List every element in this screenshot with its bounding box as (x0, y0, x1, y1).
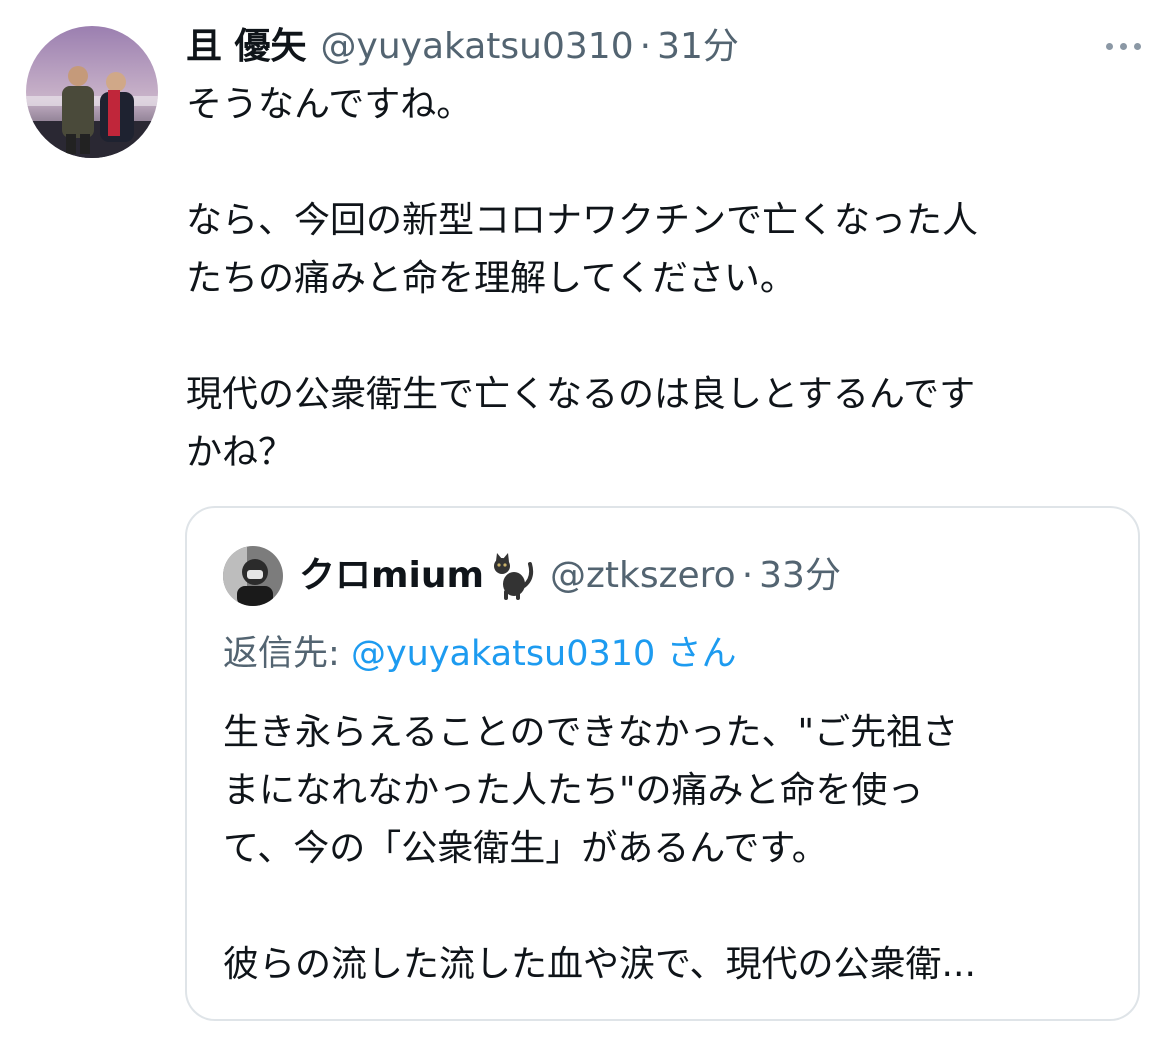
quoted-profile-photo (223, 546, 283, 606)
avatar[interactable] (26, 26, 158, 158)
more-horizontal-icon (1133, 42, 1141, 50)
black-cat-icon (494, 553, 534, 600)
tweet-text-line: なら、今回の新型コロナワクチンで亡くなった人 (186, 200, 979, 241)
more-horizontal-icon (1105, 42, 1113, 50)
quoted-author-handle[interactable]: @ztkszero (550, 548, 736, 604)
replying-to-label: 返信先: (223, 634, 340, 674)
replying-to: 返信先: @yuyakatsu0310 さん (223, 626, 736, 682)
quoted-tweet-timestamp[interactable]: 33分 (759, 548, 841, 604)
replying-to-mention[interactable]: @yuyakatsu0310 さん (351, 634, 737, 674)
more-horizontal-icon (1119, 42, 1127, 50)
mention-suffix: さん (666, 634, 737, 674)
quoted-text-line: 生き永らえることのできなかった、"ご先祖さ (223, 712, 959, 753)
author-handle[interactable]: @yuyakatsu0310 (321, 20, 634, 74)
tweet-text: そうなんですね。 なら、今回の新型コロナワクチンで亡くなった人 たちの痛みと命を… (186, 76, 1146, 482)
quoted-text-line: まになれなかった人たち"の痛みと命を使っ (223, 770, 924, 811)
tweet-header: 且 優矢 @yuyakatsu0310 · 31分 (186, 20, 739, 74)
tweet-text-line: かね？ (186, 432, 295, 473)
tweet-text-line: そうなんですね。 (186, 84, 473, 125)
profile-photo (26, 26, 158, 158)
more-options-button[interactable] (1099, 28, 1147, 64)
mention-handle: @yuyakatsu0310 (350, 634, 656, 674)
quoted-avatar[interactable] (223, 546, 283, 606)
quoted-text-line: 彼らの流した流した血や涙で、現代の公衆衛... (223, 944, 976, 985)
separator: · (639, 26, 652, 67)
tweet-timestamp[interactable]: 31分 (657, 20, 739, 74)
tweet-text-line: 現代の公衆衛生で亡くなるのは良しとするんです (186, 374, 976, 415)
author-display-name[interactable]: 且 優矢 (186, 20, 307, 74)
tweet-text-line: たちの痛みと命を理解してください。 (186, 258, 796, 299)
quoted-tweet-header: クロmium @ztkszero · 33分 (299, 548, 841, 604)
quoted-tweet-text: 生き永らえることのできなかった、"ご先祖さ まになれなかった人たち"の痛みと命を… (223, 704, 1123, 994)
quoted-author-name[interactable]: クロmium (299, 548, 550, 604)
quoted-text-line: て、今の「公衆衛生」があるんです。 (223, 828, 828, 869)
quoted-author-display-name: クロmium (299, 555, 484, 596)
separator: · (741, 555, 754, 596)
quoted-tweet-card[interactable]: クロmium @ztkszero · 33分 返信先: @yuyakatsu03… (185, 506, 1140, 1021)
